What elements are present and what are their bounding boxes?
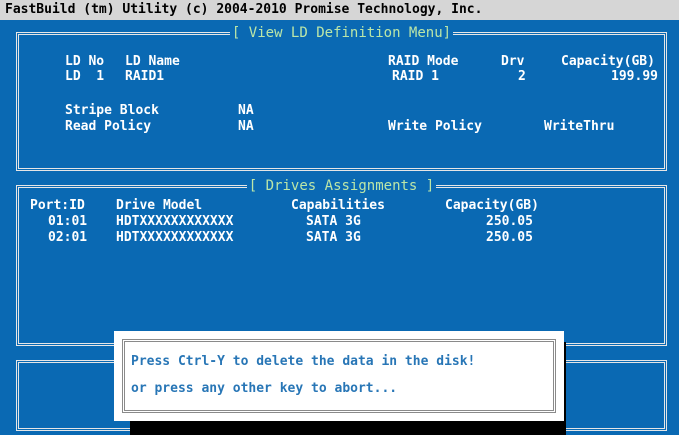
drives-assignments-title: [ Drives Assignments ]	[246, 178, 437, 194]
write-policy-label: Write Policy	[388, 119, 482, 134]
header-ld-no: LD No	[65, 54, 105, 69]
drive-capacity: 250.05	[486, 230, 533, 245]
drv-value: 2	[518, 69, 526, 84]
drive-model: HDTXXXXXXXXXXXX	[116, 230, 234, 245]
drive-capacity: 250.05	[486, 214, 533, 229]
header-drive-model: Drive Model	[116, 198, 203, 213]
raid-mode-value: RAID 1	[392, 69, 439, 84]
header-capacity: Capacity(GB)	[561, 54, 655, 69]
stripe-block-label: Stripe Block	[65, 103, 159, 118]
write-policy-value: WriteThru	[544, 119, 615, 134]
ld-name-value: RAID1	[125, 69, 165, 84]
drive-model: HDTXXXXXXXXXXXX	[116, 214, 234, 229]
drive-capabilities: SATA 3G	[306, 230, 361, 245]
capacity-value: 199.99	[611, 69, 658, 84]
header-ld-name: LD Name	[125, 54, 180, 69]
read-policy-label: Read Policy	[65, 119, 152, 134]
header-drv: Drv	[501, 54, 525, 69]
drive-port: 01:01	[48, 214, 88, 229]
header-port-id: Port:ID	[30, 198, 85, 213]
dialog-message-line1: Press Ctrl-Y to delete the data in the d…	[131, 354, 476, 369]
header-raid-mode: RAID Mode	[388, 54, 459, 69]
read-policy-value: NA	[238, 119, 254, 134]
confirm-delete-dialog: Press Ctrl-Y to delete the data in the d…	[114, 331, 564, 421]
stripe-block-value: NA	[238, 103, 254, 118]
app-title: FastBuild (tm) Utility (c) 2004-2010 Pro…	[5, 2, 483, 17]
ld-no-value: LD 1	[65, 69, 105, 84]
drive-port: 02:01	[48, 230, 88, 245]
ld-definition-title: [ View LD Definition Menu]	[229, 25, 454, 41]
dialog-frame	[122, 339, 556, 413]
header-drive-capacity: Capacity(GB)	[445, 198, 539, 213]
app-title-bar: FastBuild (tm) Utility (c) 2004-2010 Pro…	[0, 0, 679, 20]
dialog-message-line2: or press any other key to abort...	[131, 381, 398, 396]
ld-definition-panel: [ View LD Definition Menu]	[16, 25, 667, 171]
drive-capabilities: SATA 3G	[306, 214, 361, 229]
header-capabilities: Capabilities	[291, 198, 385, 213]
